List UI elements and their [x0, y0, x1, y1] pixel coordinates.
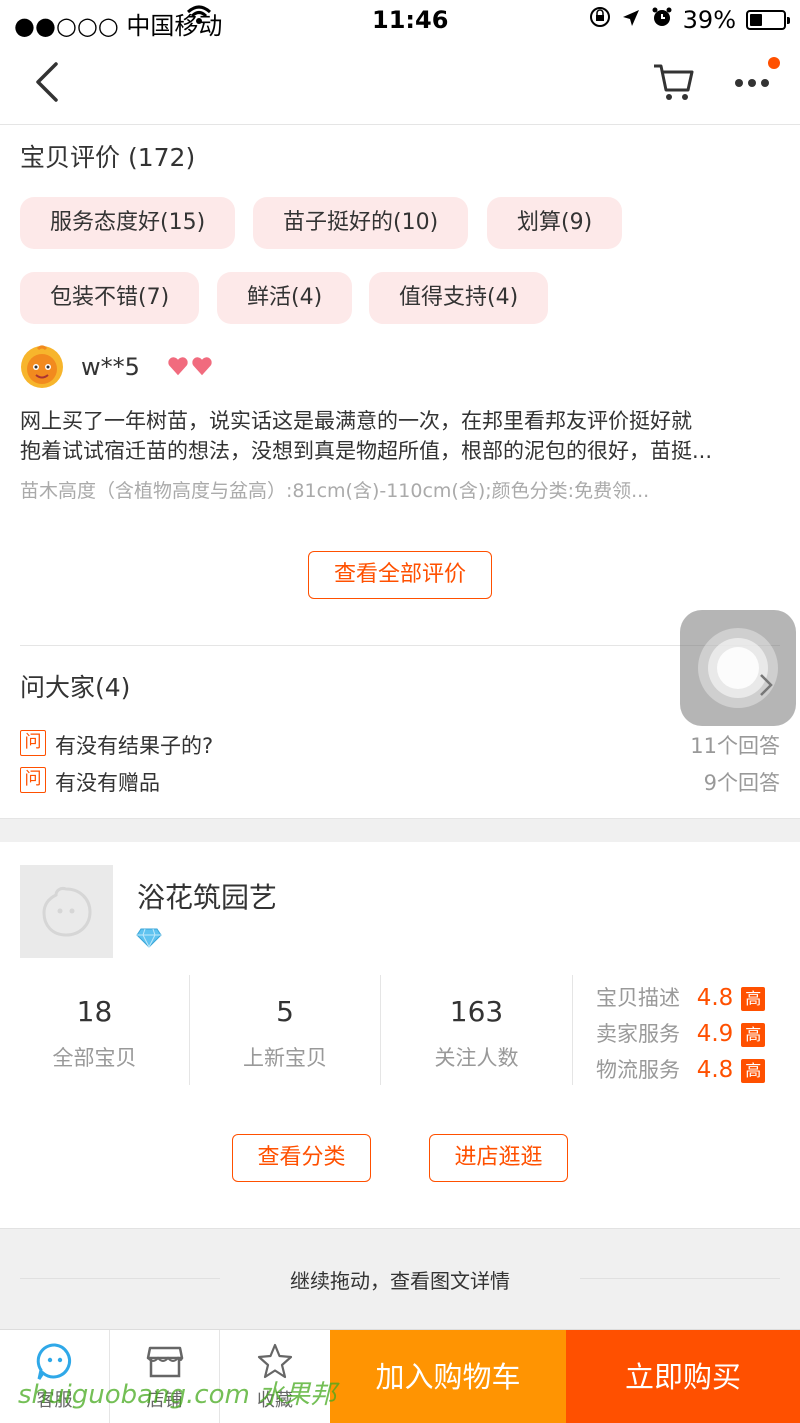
question-text[interactable]: 有没有结果子的?	[55, 730, 213, 760]
rating-level-badge: 高	[741, 1023, 766, 1047]
question-text[interactable]: 有没有赠品	[55, 767, 160, 797]
status-bar: ●●○○○ 中国移动 11:46 39%	[0, 0, 800, 40]
question-badge: 问	[20, 730, 46, 756]
rating-score: 4.8	[696, 985, 734, 1011]
review-tag[interactable]: 鲜活(4)	[217, 272, 353, 324]
shop-logo[interactable]	[20, 865, 113, 958]
reviewer-name: w**5	[81, 353, 140, 381]
continue-drag-text: 继续拖动，查看图文详情	[290, 1269, 510, 1293]
buy-now-button[interactable]: 立即购买	[566, 1330, 800, 1423]
reviews-title: 宝贝评价	[20, 143, 121, 172]
location-arrow-icon	[621, 6, 641, 34]
rating-label: 卖家服务	[596, 1022, 680, 1046]
reviews-header[interactable]: 宝贝评价 (172)	[20, 138, 195, 174]
back-arrow-icon[interactable]	[30, 60, 64, 108]
shop-placeholder-icon	[42, 887, 92, 937]
question-badge: 问	[20, 767, 46, 793]
rotation-lock-icon	[589, 6, 611, 34]
review-text: 网上买了一年树苗，说实话这是最满意的一次，在邦里看邦友评价挺好就 抱着试试宿迁苗…	[20, 406, 780, 466]
battery-icon	[746, 10, 790, 30]
answer-count: 11个回答	[690, 734, 780, 758]
review-tag[interactable]: 划算(9)	[487, 197, 623, 249]
stat-value: 163	[449, 995, 504, 1028]
review-tag[interactable]: 苗子挺好的(10)	[253, 197, 469, 249]
assistive-touch-button[interactable]	[680, 610, 796, 726]
stat-followers[interactable]: 163 关注人数	[381, 975, 573, 1085]
enter-shop-button[interactable]: 进店逛逛	[429, 1134, 568, 1182]
reviewer-avatar	[20, 345, 64, 389]
stat-new-items[interactable]: 5 上新宝贝	[190, 975, 381, 1085]
rating-score: 4.8	[696, 1057, 734, 1083]
ask-title[interactable]: 问大家(4)	[20, 668, 130, 704]
watermark: shuiguobang.com 水果邦	[18, 1380, 337, 1410]
cart-icon[interactable]	[652, 62, 696, 108]
clock: 11:46	[372, 6, 449, 34]
stat-label: 全部宝贝	[52, 1046, 137, 1070]
stat-value: 18	[76, 995, 113, 1028]
continue-drag-area[interactable]: 继续拖动，查看图文详情	[0, 1228, 800, 1329]
view-category-button[interactable]: 查看分类	[232, 1134, 371, 1182]
stat-label: 上新宝贝	[243, 1046, 327, 1070]
rating-row: 卖家服务 4.9 高	[596, 1016, 766, 1052]
reviews-count: (172)	[127, 143, 196, 172]
rating-level-badge: 高	[741, 987, 766, 1011]
stat-all-items[interactable]: 18 全部宝贝	[0, 975, 190, 1085]
nav-bar	[0, 40, 800, 125]
answer-count: 9个回答	[703, 771, 780, 795]
chevron-right-icon	[758, 672, 774, 702]
rating-score: 4.9	[696, 1021, 734, 1047]
alarm-icon	[651, 6, 673, 34]
stat-value: 5	[276, 995, 294, 1028]
divider	[20, 645, 780, 646]
review-tag[interactable]: 服务态度好(15)	[20, 197, 236, 249]
stat-label: 关注人数	[434, 1046, 519, 1070]
section-separator	[0, 818, 800, 842]
view-all-reviews-button[interactable]: 查看全部评价	[308, 551, 492, 599]
heart-level-icon	[166, 354, 218, 382]
add-to-cart-button[interactable]: 加入购物车	[330, 1330, 566, 1423]
shop-ratings: 宝贝描述 4.8 高 卖家服务 4.9 高 物流服务 4.8 高	[596, 980, 766, 1088]
rating-row: 物流服务 4.8 高	[596, 1052, 766, 1088]
battery-fill	[750, 14, 763, 26]
shop-name[interactable]: 浴花筑园艺	[137, 876, 277, 916]
notification-dot	[768, 57, 780, 69]
rating-label: 物流服务	[596, 1058, 680, 1082]
review-spec: 苗木高度（含植物高度与盆高）:81cm(含)-110cm(含);颜色分类:免费领…	[20, 480, 650, 502]
battery-percent: 39%	[682, 6, 736, 34]
rating-level-badge: 高	[741, 1059, 766, 1083]
review-text-line: 网上买了一年树苗，说实话这是最满意的一次，在邦里看邦友评价挺好就	[20, 409, 692, 433]
more-icon[interactable]	[734, 68, 774, 102]
review-tag[interactable]: 包装不错(7)	[20, 272, 200, 324]
review-text-line: 抱着试试宿迁苗的想法，没想到真是物超所值，根部的泥包的很好，苗挺...	[20, 439, 713, 463]
review-tag[interactable]: 值得支持(4)	[369, 272, 549, 324]
wifi-icon	[186, 2, 212, 34]
diamond-icon	[136, 928, 162, 952]
rating-row: 宝贝描述 4.8 高	[596, 980, 766, 1016]
rating-label: 宝贝描述	[596, 986, 680, 1010]
